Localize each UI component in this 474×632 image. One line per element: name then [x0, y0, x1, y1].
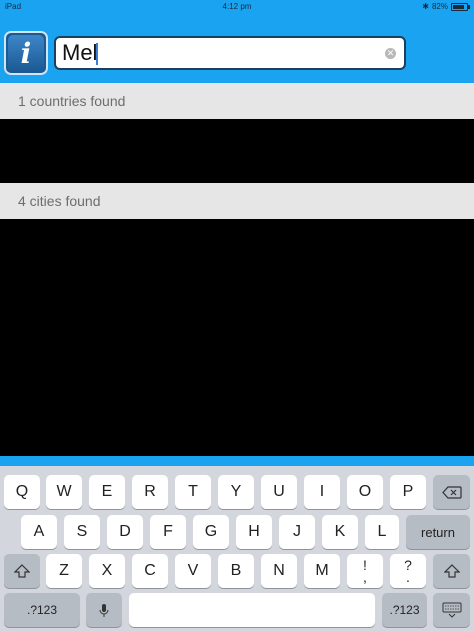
key-t[interactable]: T: [175, 475, 211, 509]
key-j[interactable]: J: [279, 515, 315, 549]
key-z[interactable]: Z: [46, 554, 82, 588]
shift-left-key[interactable]: [4, 554, 40, 588]
shift-right-key[interactable]: [433, 554, 470, 588]
return-key[interactable]: return: [406, 515, 470, 549]
search-input[interactable]: [62, 40, 372, 66]
status-bar: iPad 4:12 pm ✱ 82%: [0, 0, 474, 14]
key-w[interactable]: W: [46, 475, 82, 509]
info-icon: i: [8, 35, 44, 71]
dictation-key[interactable]: [86, 593, 122, 627]
battery-percent: 82%: [431, 2, 448, 11]
keyboard-hide-icon: [442, 602, 461, 618]
hide-keyboard-key[interactable]: [433, 593, 470, 627]
search-field[interactable]: ✕: [54, 36, 406, 70]
cities-count-label: 4 cities found: [18, 193, 101, 209]
battery-icon: [451, 2, 470, 11]
keyboard: Q W E R T Y U I O P A S D F G H J K L re…: [0, 466, 474, 632]
header-bar: iPad 4:12 pm ✱ 82% i ✕: [0, 0, 474, 83]
key-c[interactable]: C: [132, 554, 168, 588]
key-u[interactable]: U: [261, 475, 297, 509]
key-comma-label: ,: [363, 569, 367, 585]
key-i[interactable]: I: [304, 475, 340, 509]
key-v[interactable]: V: [175, 554, 211, 588]
microphone-icon: [99, 603, 109, 617]
key-x[interactable]: X: [89, 554, 125, 588]
backspace-icon: [441, 485, 462, 499]
shift-icon: [443, 564, 460, 578]
status-right: ✱ 82%: [422, 2, 470, 11]
key-n[interactable]: N: [261, 554, 297, 588]
countries-section-header: 1 countries found: [0, 83, 474, 119]
cities-section-header: 4 cities found: [0, 183, 474, 219]
key-question-period[interactable]: ? .: [390, 554, 426, 588]
key-s[interactable]: S: [64, 515, 100, 549]
key-m[interactable]: M: [304, 554, 340, 588]
key-y[interactable]: Y: [218, 475, 254, 509]
key-p[interactable]: P: [390, 475, 426, 509]
info-button[interactable]: i: [4, 31, 48, 75]
text-cursor: [96, 43, 98, 65]
key-exclaim-comma[interactable]: ! ,: [347, 554, 383, 588]
numbers-key-right[interactable]: .?123: [382, 593, 427, 627]
key-f[interactable]: F: [150, 515, 186, 549]
clear-search-icon[interactable]: ✕: [385, 48, 396, 59]
key-d[interactable]: D: [107, 515, 143, 549]
cities-results: [0, 219, 474, 456]
backspace-key[interactable]: [433, 475, 470, 509]
key-h[interactable]: H: [236, 515, 272, 549]
key-l[interactable]: L: [365, 515, 399, 549]
space-key[interactable]: [129, 593, 375, 627]
key-period-label: .: [406, 569, 410, 585]
keyboard-top-strip: [0, 456, 474, 466]
key-k[interactable]: K: [322, 515, 358, 549]
key-a[interactable]: A: [21, 515, 57, 549]
numbers-key-left[interactable]: .?123: [4, 593, 80, 627]
key-g[interactable]: G: [193, 515, 229, 549]
key-b[interactable]: B: [218, 554, 254, 588]
countries-results: [0, 119, 474, 183]
bluetooth-icon: ✱: [422, 2, 429, 11]
key-q[interactable]: Q: [4, 475, 40, 509]
countries-count-label: 1 countries found: [18, 93, 126, 109]
key-r[interactable]: R: [132, 475, 168, 509]
shift-icon: [14, 564, 30, 578]
key-o[interactable]: O: [347, 475, 383, 509]
status-time: 4:12 pm: [222, 2, 252, 11]
key-e[interactable]: E: [89, 475, 125, 509]
